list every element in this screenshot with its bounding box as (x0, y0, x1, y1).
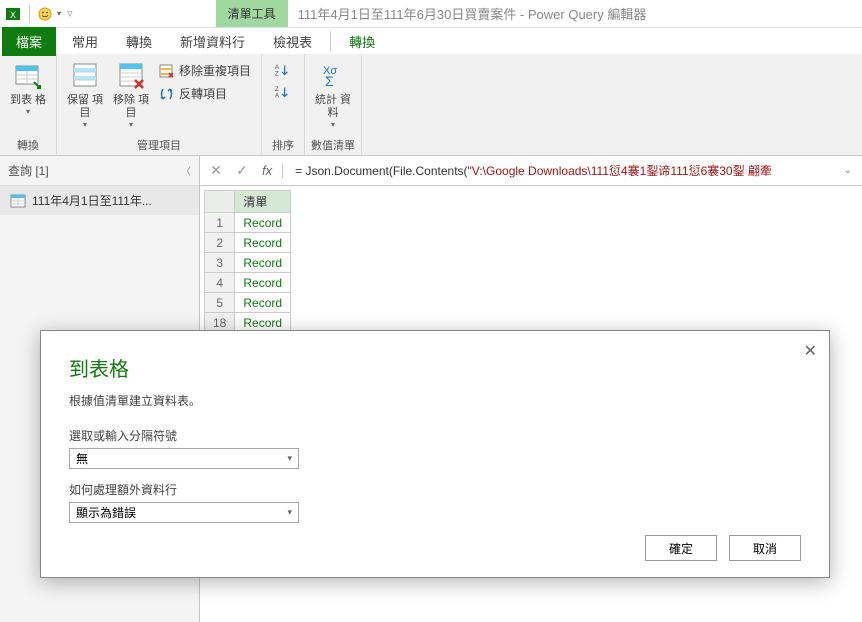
reverse-items-label: 反轉項目 (179, 85, 227, 102)
remove-duplicates-button[interactable]: 移除重複項目 (155, 60, 255, 81)
dialog-subtitle: 根據值清單建立資料表。 (69, 392, 801, 409)
ribbon-group-sort: AZ ZA 排序 (262, 54, 305, 155)
remove-items-button[interactable]: 移除 項目 ▾ (109, 58, 153, 129)
row-number[interactable]: 5 (205, 293, 235, 313)
group-label-numlist: 數值清單 (311, 135, 355, 155)
ribbon-group-transform: 到表 格 ▾ 轉換 (0, 54, 57, 155)
queries-header: 查詢 [1] 〈 (0, 156, 199, 186)
row-number[interactable]: 2 (205, 233, 235, 253)
delimiter-label: 選取或輸入分隔符號 (69, 427, 801, 444)
excel-icon: X (4, 5, 22, 23)
sort-asc-icon: AZ (274, 62, 290, 78)
cell[interactable]: Record (235, 253, 291, 273)
formula-cancel-icon[interactable]: ✕ (206, 161, 226, 181)
extra-rows-select[interactable]: 顯示為錯誤 ▾ (69, 502, 299, 523)
smiley-icon[interactable] (37, 6, 53, 22)
extra-rows-label: 如何處理額外資料行 (69, 481, 801, 498)
column-header[interactable]: 清單 (235, 191, 291, 213)
svg-text:X: X (10, 10, 16, 20)
cancel-button[interactable]: 取消 (729, 535, 801, 561)
chevron-down-icon: ▾ (287, 507, 292, 518)
context-tab-list-tools[interactable]: 清單工具 (216, 0, 288, 27)
statistics-label: 統計 資料 (311, 94, 355, 120)
svg-text:Σ: Σ (325, 73, 334, 89)
remove-duplicates-label: 移除重複項目 (179, 62, 251, 79)
row-number[interactable]: 4 (205, 273, 235, 293)
formula-bar: ✕ ✓ fx = Json.Document(File.Contents("V:… (200, 156, 862, 186)
svg-text:Z: Z (275, 70, 279, 77)
cell[interactable]: Record (235, 213, 291, 233)
tab-context-transform[interactable]: 轉換 (335, 27, 389, 56)
tab-view[interactable]: 檢視表 (259, 27, 326, 56)
cell[interactable]: Record (235, 273, 291, 293)
ribbon: 到表 格 ▾ 轉換 保留 項目 ▾ 移除 項目 ▾ (0, 54, 862, 156)
chevron-down-icon: ▾ (287, 453, 292, 464)
sort-desc-button[interactable]: ZA (272, 82, 292, 102)
query-item-label: 111年4月1日至111年... (32, 192, 189, 209)
rownum-header[interactable] (205, 191, 235, 213)
dropdown-arrow-icon: ▾ (83, 120, 87, 129)
dropdown-arrow-icon: ▾ (129, 120, 133, 129)
tab-file[interactable]: 檔案 (2, 27, 56, 56)
sort-asc-button[interactable]: AZ (272, 60, 292, 80)
ribbon-group-manage: 保留 項目 ▾ 移除 項目 ▾ 移除重複項目 (57, 54, 262, 155)
qat-overflow-icon[interactable]: ▿ (67, 7, 73, 20)
formula-suffix: 翩牽 (745, 164, 772, 178)
cell[interactable]: Record (235, 233, 291, 253)
remove-duplicates-icon (159, 63, 175, 79)
delimiter-value: 無 (76, 450, 88, 467)
statistics-button[interactable]: XσΣ 統計 資料 ▾ (311, 58, 355, 129)
sort-desc-icon: ZA (274, 84, 290, 100)
ribbon-tabs: 檔案 常用 轉換 新增資料行 檢視表 轉換 (0, 28, 862, 54)
group-label-transform: 轉換 (6, 135, 50, 155)
group-label-manage: 管理項目 (63, 135, 255, 155)
queries-header-label: 查詢 [1] (8, 162, 49, 179)
formula-input[interactable]: = Json.Document(File.Contents("V:\Google… (289, 162, 830, 179)
keep-items-button[interactable]: 保留 項目 ▾ (63, 58, 107, 129)
query-item[interactable]: 111年4月1日至111年... (0, 186, 199, 215)
cell[interactable]: Record (235, 293, 291, 313)
formula-prefix: = Json.Document(File.Contents( (295, 164, 467, 178)
to-table-icon (12, 60, 44, 92)
formula-string: "V:\Google Downloads\111愆4褰1銐谛111愆6褰30銐 (468, 164, 745, 178)
svg-text:A: A (275, 92, 280, 99)
formula-accept-icon[interactable]: ✓ (232, 161, 252, 181)
title-bar: X ▾ ▿ 清單工具 111年4月1日至111年6月30日買賣案件 - Powe… (0, 0, 862, 28)
group-label-sort: 排序 (272, 135, 294, 155)
formula-expand-icon[interactable]: ⌄ (836, 165, 856, 176)
remove-items-icon (115, 60, 147, 92)
collapse-icon[interactable]: 〈 (181, 163, 191, 178)
reverse-items-icon (159, 86, 175, 102)
tab-transform[interactable]: 轉換 (112, 27, 166, 56)
to-table-label: 到表 格 (10, 94, 46, 107)
table-icon (10, 194, 26, 208)
fx-icon[interactable]: fx (258, 163, 283, 178)
close-icon[interactable]: ✕ (804, 341, 817, 361)
tab-home[interactable]: 常用 (58, 27, 112, 56)
statistics-icon: XσΣ (317, 60, 349, 92)
keep-items-icon (69, 60, 101, 92)
to-table-dialog: ✕ 到表格 根據值清單建立資料表。 選取或輸入分隔符號 無 ▾ 如何處理額外資料… (40, 330, 830, 578)
qat-dropdown-icon[interactable]: ▾ (57, 9, 61, 18)
to-table-button[interactable]: 到表 格 ▾ (6, 58, 50, 116)
dialog-title: 到表格 (69, 353, 801, 382)
window-title: 111年4月1日至111年6月30日買賣案件 - Power Query 編輯器 (298, 4, 647, 23)
ribbon-group-numlist: XσΣ 統計 資料 ▾ 數值清單 (305, 54, 362, 155)
row-number[interactable]: 1 (205, 213, 235, 233)
dropdown-arrow-icon: ▾ (331, 120, 335, 129)
remove-items-label: 移除 項目 (109, 94, 153, 120)
keep-items-label: 保留 項目 (63, 94, 107, 120)
tab-add-column[interactable]: 新增資料行 (166, 27, 259, 56)
extra-rows-value: 顯示為錯誤 (76, 504, 136, 521)
ok-button[interactable]: 確定 (645, 535, 717, 561)
reverse-items-button[interactable]: 反轉項目 (155, 83, 255, 104)
row-number[interactable]: 3 (205, 253, 235, 273)
dropdown-arrow-icon: ▾ (26, 107, 30, 116)
delimiter-select[interactable]: 無 ▾ (69, 448, 299, 469)
